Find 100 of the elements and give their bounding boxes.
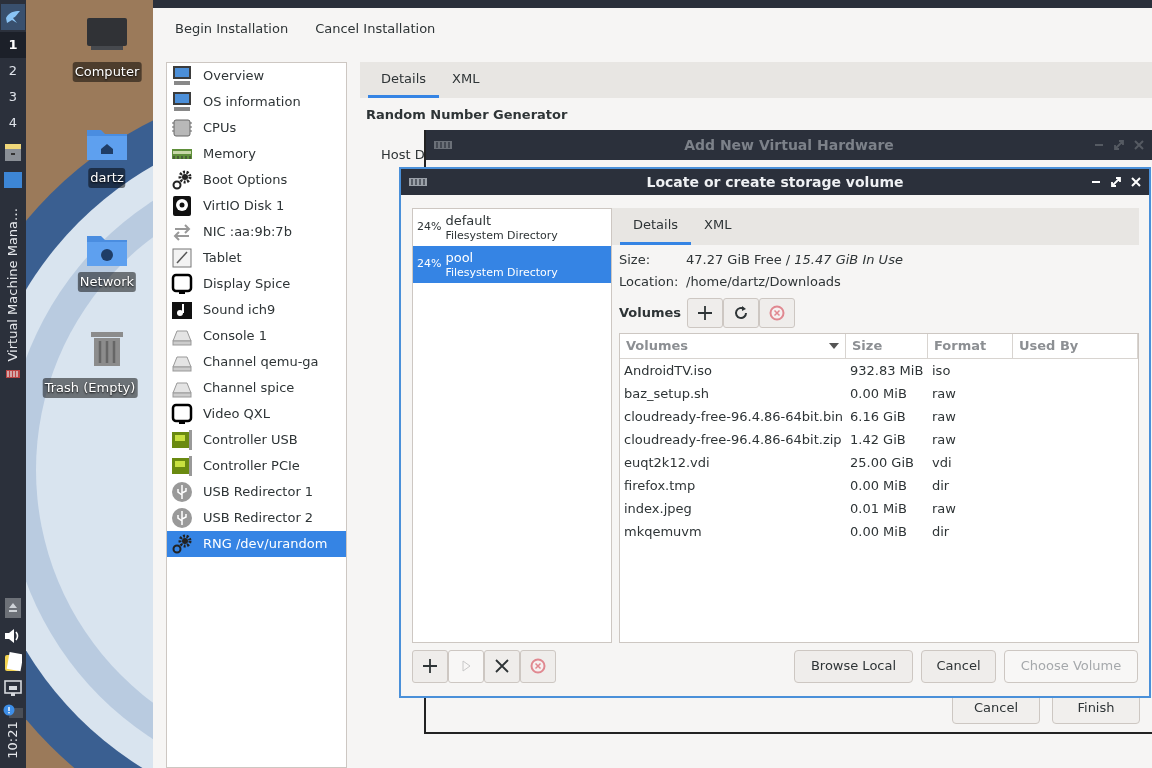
- column-header-text: Size: [852, 337, 883, 356]
- dialog-button[interactable]: Cancel: [921, 649, 996, 683]
- table-cell-text: 0.00 MiB: [849, 476, 908, 495]
- field-value: /home/dartz/Downloads: [686, 273, 841, 292]
- table-cell-text: 932.83 MiB: [849, 361, 925, 380]
- device-list-item[interactable]: NIC :aa:9b:7b: [167, 219, 346, 245]
- table-cell-text: AndroidTV.iso: [623, 361, 713, 380]
- device-list-item[interactable]: Display Spice: [167, 271, 346, 297]
- icon-button[interactable]: [687, 298, 724, 328]
- section-title: Random Number Generator: [366, 106, 569, 124]
- pool-type: Filesystem Directory: [445, 227, 558, 243]
- tab[interactable]: Details: [368, 62, 440, 98]
- table-cell-text: raw: [931, 384, 957, 403]
- device-list-item[interactable]: Channel qemu-ga: [167, 349, 346, 375]
- device-list-item[interactable]: RNG /dev/urandom: [167, 531, 346, 557]
- expansion-card-icon: [171, 455, 193, 477]
- field-label: Size:: [619, 251, 652, 270]
- table-cell-text: dir: [931, 522, 951, 541]
- x-icon: [494, 658, 510, 674]
- file-cabinet-icon[interactable]: [4, 142, 22, 162]
- monitor-icon: [171, 65, 193, 87]
- dialog-button[interactable]: Browse Local: [794, 649, 913, 683]
- gears-icon: [171, 533, 193, 555]
- close-icon[interactable]: [1129, 175, 1143, 189]
- table-cell-text: raw: [931, 407, 957, 426]
- table-cell-text: 6.16 GiB: [849, 407, 907, 426]
- maximize-icon[interactable]: [1109, 175, 1123, 189]
- start-menu-button[interactable]: [1, 4, 25, 30]
- clipboard-icon[interactable]: [4, 652, 22, 672]
- toolbar-button[interactable]: Cancel Installation: [303, 15, 448, 43]
- table-cell-text: cloudready-free-96.4.86-64bit.zip: [623, 430, 843, 449]
- window-title: Add New Virtual Hardware: [684, 135, 894, 155]
- sound-card-icon: [171, 299, 193, 321]
- desktop-icon-label[interactable]: Trash (Empty): [42, 378, 138, 398]
- app-icon: [409, 177, 427, 187]
- workspace-button[interactable]: 3: [0, 84, 26, 110]
- device-list-item[interactable]: Boot Options: [167, 167, 346, 193]
- pool-name: default: [445, 212, 493, 228]
- column-header-text: Format: [934, 337, 987, 356]
- display-icon: [171, 403, 193, 425]
- app-icon: [434, 140, 452, 150]
- table-cell-text: 0.00 MiB: [849, 384, 908, 403]
- icon-button[interactable]: [412, 649, 448, 683]
- table-cell-text: vdi: [931, 453, 953, 472]
- field-value: 47.27 GiB Free / 15.47 GiB In Use: [686, 251, 903, 270]
- field-label: Host D: [381, 145, 425, 164]
- device-list-item[interactable]: Controller USB: [167, 427, 346, 453]
- pool-name: pool: [445, 249, 475, 265]
- monitor-icon: [171, 91, 193, 113]
- device-list-item[interactable]: Sound ich9: [167, 297, 346, 323]
- table-cell-text: cloudready-free-96.4.86-64bit.bin: [623, 407, 844, 426]
- table-cell-text: 0.00 MiB: [849, 522, 908, 541]
- volumes-label: Volumes: [619, 304, 682, 323]
- device-list-item[interactable]: Tablet: [167, 245, 346, 271]
- table-cell-text: firefox.tmp: [623, 476, 697, 495]
- usage-text: 24%: [417, 256, 442, 273]
- plus-icon: [697, 305, 714, 321]
- workspace-button[interactable]: 1: [0, 32, 26, 58]
- device-list-item[interactable]: USB Redirector 1: [167, 479, 346, 505]
- device-list-item[interactable]: Overview: [167, 63, 346, 89]
- workspace-button[interactable]: 4: [0, 110, 26, 136]
- eject-icon[interactable]: [5, 598, 21, 618]
- column-header-text: Used By: [1019, 337, 1079, 356]
- bird-icon: [4, 8, 22, 26]
- device-list-item[interactable]: Channel spice: [167, 375, 346, 401]
- desktop-icon-label[interactable]: dartz: [88, 168, 126, 188]
- table-cell-text: raw: [931, 430, 957, 449]
- device-list-item[interactable]: VirtIO Disk 1: [167, 193, 346, 219]
- delete-icon: [530, 658, 546, 674]
- pool-type: Filesystem Directory: [445, 265, 558, 280]
- icon-button[interactable]: [484, 649, 520, 683]
- toolbar-button[interactable]: Begin Installation: [163, 15, 301, 43]
- desktop-icon-label[interactable]: Computer: [72, 62, 142, 82]
- tablet-icon: [171, 247, 193, 269]
- device-list-item[interactable]: CPUs: [167, 115, 346, 141]
- tab[interactable]: Details: [620, 208, 692, 245]
- column-header-text: Volumes: [626, 337, 689, 356]
- device-list-item[interactable]: Memory: [167, 141, 346, 167]
- tab[interactable]: XML: [439, 62, 493, 98]
- table-cell-text: raw: [931, 499, 957, 518]
- table-cell-text: 0.01 MiB: [849, 499, 908, 518]
- table-cell-text: euqt2k12.vdi: [623, 453, 711, 472]
- device-list-item[interactable]: OS information: [167, 89, 346, 115]
- workspace-button[interactable]: 2: [0, 58, 26, 84]
- table-cell-text: baz_setup.sh: [623, 384, 711, 403]
- tab[interactable]: XML: [691, 208, 745, 245]
- icon-button[interactable]: [723, 298, 760, 328]
- desktop-icon-label[interactable]: Network: [77, 272, 137, 292]
- taskbar-window-button[interactable]: Virtual Machine Mana…: [3, 196, 23, 362]
- device-list-item[interactable]: USB Redirector 2: [167, 505, 346, 531]
- gears-icon: [171, 169, 193, 191]
- device-list-item[interactable]: Console 1: [167, 323, 346, 349]
- device-list-item[interactable]: Video QXL: [167, 401, 346, 427]
- arrows-icon: [171, 221, 193, 243]
- table-cell-text: iso: [931, 361, 952, 380]
- virt-manager-icon: [5, 368, 21, 380]
- field-label: Location:: [619, 273, 680, 292]
- device-list-item[interactable]: Controller PCIe: [167, 453, 346, 479]
- notification-icon[interactable]: [3, 704, 23, 718]
- table-cell-text: 25.00 GiB: [849, 453, 915, 472]
